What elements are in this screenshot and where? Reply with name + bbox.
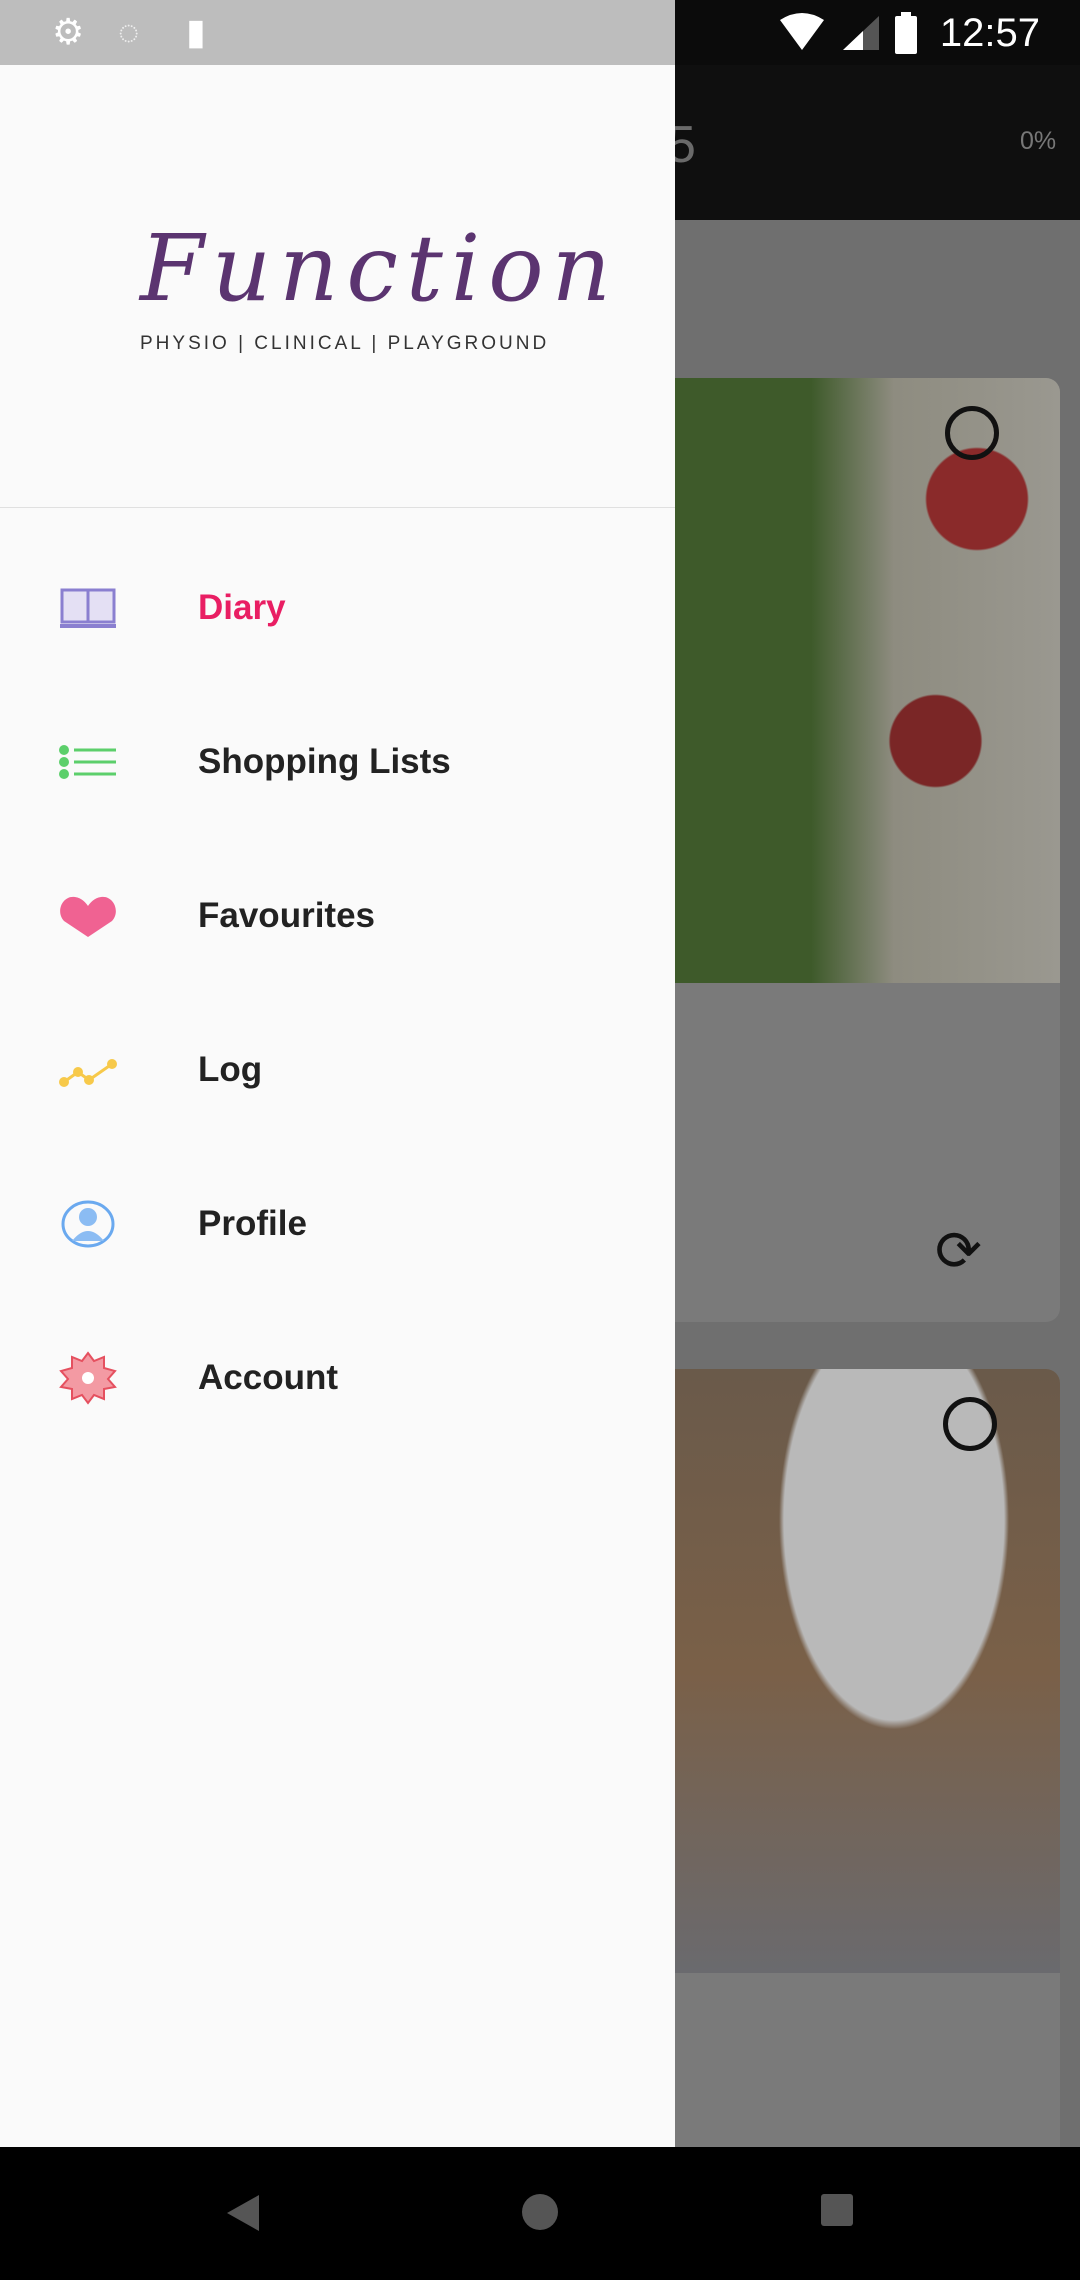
recipe-card[interactable]: ⟳ xyxy=(645,378,1060,1322)
logo-tagline: PHYSIO | CLINICAL | PLAYGROUND xyxy=(140,333,550,354)
clock: 12:57 xyxy=(939,11,1040,55)
heart-icon xyxy=(58,891,118,941)
gear-icon xyxy=(58,1351,118,1405)
user-icon xyxy=(58,1199,118,1249)
list-icon xyxy=(58,737,118,787)
book-icon xyxy=(58,583,118,633)
gear-icon: ⚙ xyxy=(52,11,85,52)
drawer-item-log[interactable]: Log xyxy=(0,993,675,1147)
status-bar: ⚙ ◌ ▮ 12:57 xyxy=(0,0,1080,65)
drawer-item-label: Favourites xyxy=(198,896,375,935)
content-scrim: ⟳ xyxy=(645,220,1080,2169)
sd-card-icon: ▮ xyxy=(186,11,206,52)
drawer-item-label: Shopping Lists xyxy=(198,742,451,781)
app-bar: 5 0% xyxy=(667,65,1080,220)
drawer-item-label: Log xyxy=(198,1050,263,1089)
drawer-item-favourites[interactable]: Favourites xyxy=(0,839,675,993)
chart-line-icon xyxy=(58,1045,118,1095)
wifi-icon xyxy=(780,13,879,50)
drawer-header: Function PHYSIO | CLINICAL | PLAYGROUND xyxy=(0,65,675,508)
home-button[interactable] xyxy=(521,2193,559,2231)
drawer-item-label: Account xyxy=(198,1358,338,1397)
drawer-item-label: Profile xyxy=(198,1204,307,1243)
drawer-item-shopping-lists[interactable]: Shopping Lists xyxy=(0,685,675,839)
back-button[interactable] xyxy=(225,2193,261,2233)
system-nav-bar xyxy=(0,2147,1080,2280)
drawer-item-label: Diary xyxy=(198,588,286,627)
status-bar-left xyxy=(0,0,675,65)
recents-button[interactable] xyxy=(820,2193,854,2227)
select-radio[interactable] xyxy=(943,1397,997,1451)
sync-icon[interactable]: ⟳ xyxy=(935,1218,982,1284)
progress-percent: 0% xyxy=(1020,127,1057,155)
recipe-card[interactable] xyxy=(645,1369,1060,2169)
drawer-item-profile[interactable]: Profile xyxy=(0,1147,675,1301)
logo-script: Function xyxy=(140,215,619,322)
recipe-image xyxy=(645,1369,1060,1973)
drawer-item-diary[interactable]: Diary xyxy=(0,531,675,685)
select-radio[interactable] xyxy=(945,406,999,460)
drawer-item-account[interactable]: Account xyxy=(0,1301,675,1455)
navigation-drawer: Function PHYSIO | CLINICAL | PLAYGROUND … xyxy=(0,65,675,2147)
logo: Function PHYSIO | CLINICAL | PLAYGROUND xyxy=(140,215,611,365)
recipe-image xyxy=(645,378,1060,983)
sync-circle-icon: ◌ xyxy=(118,11,140,52)
battery-icon xyxy=(895,12,917,54)
